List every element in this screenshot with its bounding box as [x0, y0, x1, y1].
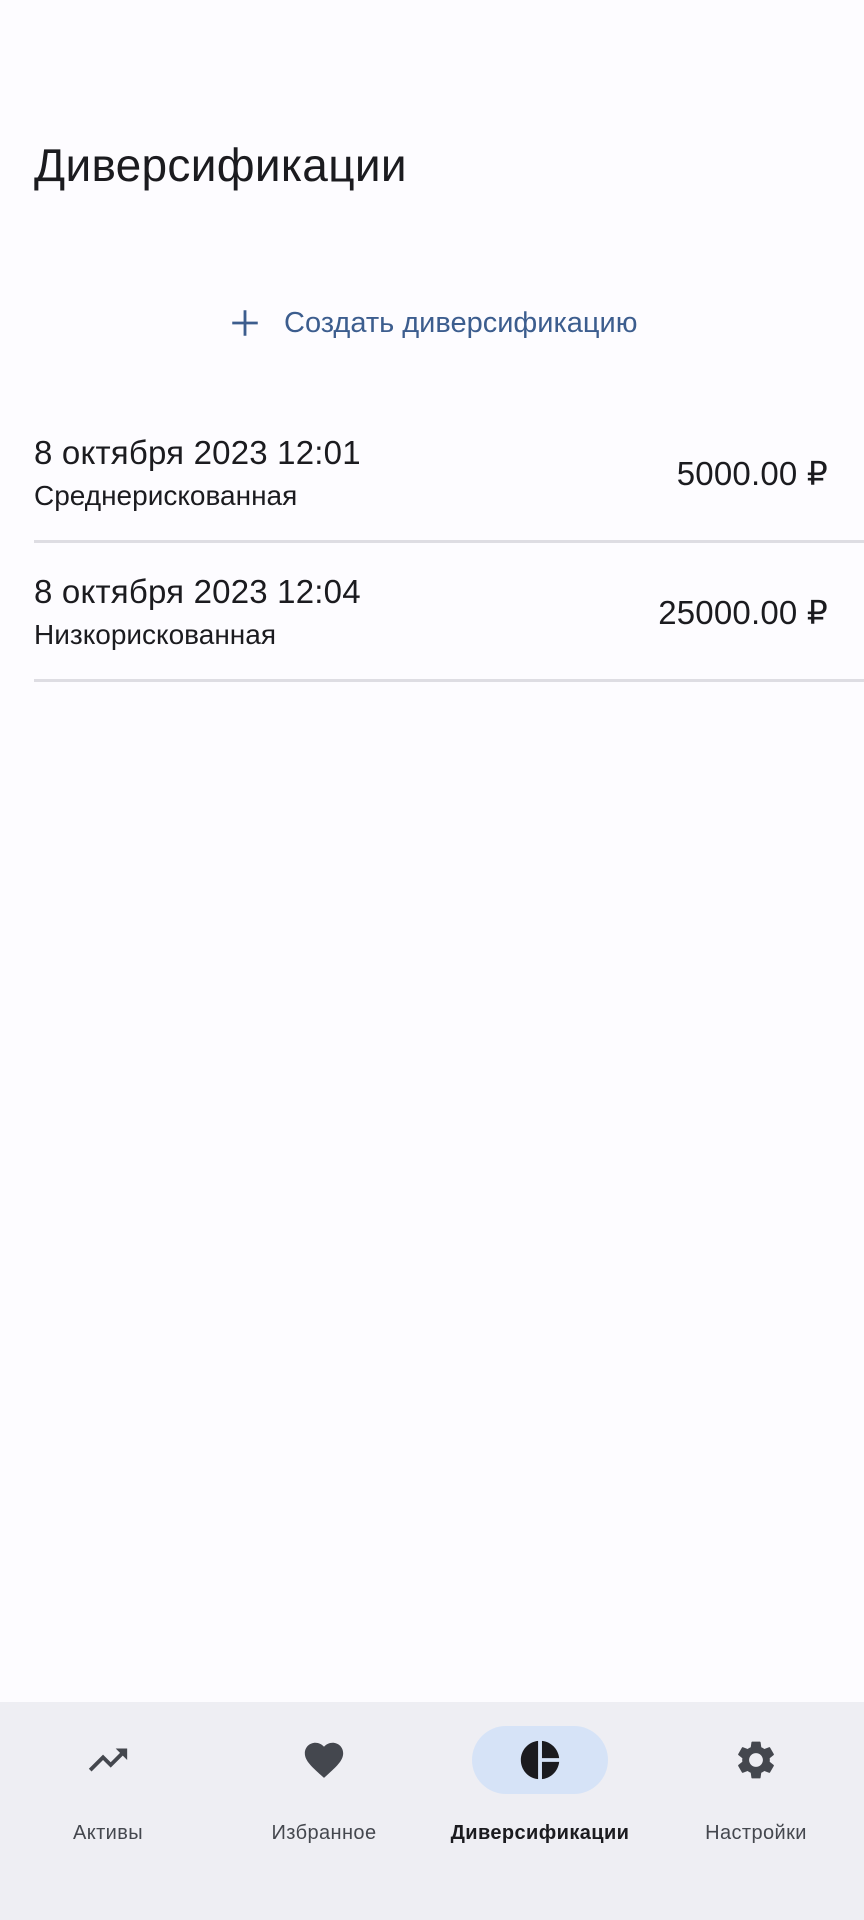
pie-chart-icon — [520, 1740, 560, 1780]
nav-item-diversifications[interactable]: Диверсификации — [432, 1702, 648, 1920]
nav-pill — [256, 1726, 392, 1794]
gear-icon — [738, 1741, 774, 1779]
nav-label: Настройки — [705, 1822, 807, 1844]
nav-item-settings[interactable]: Настройки — [648, 1702, 864, 1920]
page-title: Диверсификации — [34, 139, 407, 191]
nav-pill — [688, 1726, 824, 1794]
nav-label: Избранное — [271, 1822, 377, 1844]
nav-label: Активы — [72, 1822, 144, 1844]
item-risk-level: Низкорискованная — [34, 619, 276, 650]
list-item[interactable]: 8 октября 2023 12:01 Среднерискованная 5… — [34, 404, 864, 543]
trending-up-icon — [88, 1748, 128, 1772]
bottom-navigation: Активы Избранное Диверсификации Настройк… — [0, 1702, 864, 1920]
nav-label: Диверсификации — [450, 1822, 630, 1844]
diversification-list: 8 октября 2023 12:01 Среднерискованная 5… — [34, 404, 864, 682]
item-risk-level: Среднерискованная — [34, 480, 298, 511]
nav-pill — [40, 1726, 176, 1794]
heart-icon — [304, 1742, 344, 1778]
nav-item-favorites[interactable]: Избранное — [216, 1702, 432, 1920]
item-amount: 5000.00 ₽ — [676, 455, 828, 492]
create-diversification-button[interactable]: Создать диверсификацию — [218, 292, 648, 354]
create-diversification-label: Создать диверсификацию — [284, 306, 638, 339]
item-amount: 25000.00 ₽ — [658, 594, 828, 631]
nav-item-assets[interactable]: Активы — [0, 1702, 216, 1920]
item-date: 8 октября 2023 12:04 — [34, 573, 361, 610]
plus-icon — [232, 310, 258, 336]
nav-pill-active — [472, 1726, 608, 1794]
item-date: 8 октября 2023 12:01 — [34, 434, 361, 471]
list-item[interactable]: 8 октября 2023 12:04 Низкорискованная 25… — [34, 543, 864, 682]
